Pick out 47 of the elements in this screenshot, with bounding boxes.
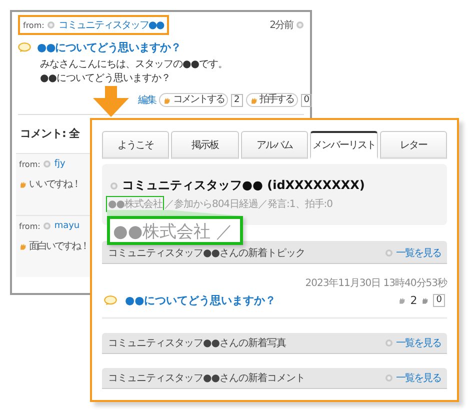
comments-heading: コメント: 全 [20,126,80,141]
from-label: from: [19,222,40,230]
section-title: コミュニティスタッフ●●さんの新着コメント [108,372,305,385]
author-link[interactable]: fjy [54,159,66,169]
comment-text: 面白いですね！ [29,240,88,253]
author-link[interactable]: コミュニティスタッフ●● [58,18,164,32]
arrow-circle-icon [385,249,393,257]
view-all-link[interactable]: 一覧を見る [396,371,441,385]
author-link[interactable]: mayu [54,221,80,231]
member-info: ／参加から804日経過／発言:1、拍手:0 [164,198,333,211]
tab[interactable]: アルバム [240,131,308,159]
topic-title[interactable]: ●●についてどう思いますか？ [37,40,182,55]
arrow-circle-icon [385,374,393,382]
speech-bubble-icon [104,295,117,306]
company-name: ●●株式会社 [108,198,162,211]
status-icon [110,182,118,190]
zoomed-label: ●●株式会社 ／ [107,216,243,245]
edit-link[interactable]: 編集 [138,93,156,107]
status-icon [47,21,56,29]
comment-button[interactable]: コメントする [159,93,228,107]
member-name: コミュニティスタッフ●● (idXXXXXXXX) [122,177,365,194]
comment-count: 2 [231,94,243,106]
comment-text: いいですね！ [29,178,80,191]
tab[interactable]: 掲示板 [171,131,239,159]
topic-link[interactable]: ●●についてどう思いますか？ [125,293,276,308]
view-all-link[interactable]: 一覧を見る [396,336,441,350]
arrow-circle-icon [385,339,393,347]
status-icon [43,222,52,230]
body-text: みなさんこんにちは、スタッフの●●です。 [40,58,228,71]
view-all-link[interactable]: 一覧を見る [396,246,441,260]
from-label: from: [19,160,40,168]
status-icon [43,160,52,168]
comment-count: 2 [410,294,418,307]
topic-date: 2023年11月30日 13時40分53秒 [304,276,447,290]
status-icon [296,21,304,29]
clap-count: 0 [433,294,445,307]
body-text: ●●についてどう思いますか？ [40,72,172,85]
time-label: 2分前 [270,19,293,32]
section-title: コミュニティスタッフ●●さんの新着トピック [108,246,305,260]
from-label: from: [23,20,44,30]
clap-button[interactable]: 拍手する [246,93,298,107]
clap-count: 0 [300,94,312,106]
section-title: コミュニティスタッフ●●さんの新着写真 [108,336,286,350]
tab[interactable]: ようこそ [102,131,170,159]
speech-bubble-icon [18,42,31,53]
tab[interactable]: メンバーリスト [310,131,378,159]
tab[interactable]: レター [380,131,448,159]
